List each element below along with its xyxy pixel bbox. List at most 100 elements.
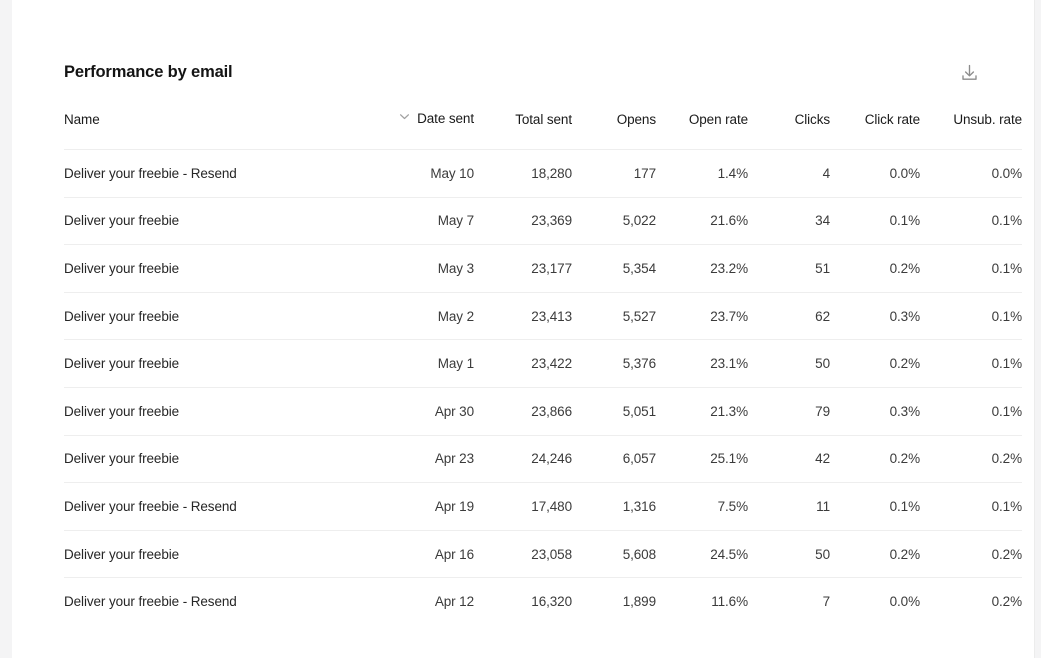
cell-open-rate: 23.1% xyxy=(656,339,748,388)
table-row[interactable]: Deliver your freebie Apr 23 24,246 6,057 25.… xyxy=(64,434,1022,483)
column-header-click-rate[interactable]: Click rate xyxy=(830,110,920,150)
cell-open-rate: 21.6% xyxy=(656,196,748,245)
table-row[interactable]: Deliver your freebie Apr 30 23,866 5,051 21.… xyxy=(64,386,1022,436)
cell-name: Deliver your freebie xyxy=(64,339,364,388)
page-title: Performance by email xyxy=(64,63,233,81)
cell-name: Deliver your freebie xyxy=(64,529,364,578)
cell-open-rate: 21.3% xyxy=(656,386,748,436)
cell-click-rate: 0.2% xyxy=(830,434,920,483)
cell-name: Deliver your freebie xyxy=(64,291,364,340)
cell-name: Deliver your freebie xyxy=(64,244,364,293)
table-row[interactable]: Deliver your freebie May 3 23,177 5,354 23.2… xyxy=(64,244,1022,293)
cell-name: Deliver your freebie xyxy=(64,196,364,245)
cell-open-rate: 11.6% xyxy=(656,577,748,626)
cell-date-sent: May 1 xyxy=(364,339,474,388)
cell-total-sent: 24,246 xyxy=(474,434,572,483)
cell-click-rate: 0.1% xyxy=(830,482,920,531)
cell-click-rate: 0.2% xyxy=(830,339,920,388)
performance-table: Name Date sent Total sent Opens Open rat… xyxy=(64,110,1022,626)
cell-name: Deliver your freebie xyxy=(64,386,364,436)
cell-clicks: 62 xyxy=(748,291,830,340)
cell-name: Deliver your freebie - Resend xyxy=(64,149,364,198)
cell-unsub-rate: 0.2% xyxy=(920,577,1022,626)
cell-unsub-rate: 0.1% xyxy=(920,196,1022,245)
column-header-open-rate[interactable]: Open rate xyxy=(656,110,748,150)
card-inner: Performance by email Name Date sent Tota… xyxy=(12,0,1034,658)
cell-open-rate: 1.4% xyxy=(656,149,748,198)
table-row[interactable]: Deliver your freebie May 2 23,413 5,527 23.7… xyxy=(64,291,1022,340)
cell-unsub-rate: 0.1% xyxy=(920,244,1022,293)
sort-date-sent-control[interactable]: Date sent xyxy=(398,110,474,127)
cell-total-sent: 23,422 xyxy=(474,339,572,388)
column-header-opens[interactable]: Opens xyxy=(572,110,656,150)
cell-unsub-rate: 0.1% xyxy=(920,386,1022,436)
cell-open-rate: 23.7% xyxy=(656,291,748,340)
table-row[interactable]: Deliver your freebie May 1 23,422 5,376 23.1… xyxy=(64,339,1022,388)
column-header-total-sent[interactable]: Total sent xyxy=(474,110,572,150)
cell-opens: 1,899 xyxy=(572,577,656,626)
download-button[interactable] xyxy=(952,56,986,90)
cell-total-sent: 23,413 xyxy=(474,291,572,340)
cell-click-rate: 0.3% xyxy=(830,386,920,436)
cell-clicks: 11 xyxy=(748,482,830,531)
column-header-name[interactable]: Name xyxy=(64,110,364,150)
cell-total-sent: 16,320 xyxy=(474,577,572,626)
cell-opens: 1,316 xyxy=(572,482,656,531)
cell-opens: 5,022 xyxy=(572,196,656,245)
cell-unsub-rate: 0.1% xyxy=(920,482,1022,531)
cell-click-rate: 0.0% xyxy=(830,577,920,626)
cell-unsub-rate: 0.2% xyxy=(920,529,1022,578)
cell-click-rate: 0.0% xyxy=(830,149,920,198)
cell-click-rate: 0.2% xyxy=(830,529,920,578)
cell-date-sent: May 7 xyxy=(364,196,474,245)
cell-clicks: 50 xyxy=(748,529,830,578)
cell-open-rate: 25.1% xyxy=(656,434,748,483)
table-row[interactable]: Deliver your freebie May 7 23,369 5,022 21.6… xyxy=(64,196,1022,245)
cell-opens: 6,057 xyxy=(572,434,656,483)
cell-date-sent: May 10 xyxy=(364,149,474,198)
table-row[interactable]: Deliver your freebie - Resend Apr 19 17,48… xyxy=(64,482,1022,531)
cell-date-sent: Apr 16 xyxy=(364,529,474,578)
cell-opens: 5,376 xyxy=(572,339,656,388)
cell-opens: 5,051 xyxy=(572,386,656,436)
cell-name: Deliver your freebie xyxy=(64,434,364,483)
cell-click-rate: 0.3% xyxy=(830,291,920,340)
cell-clicks: 4 xyxy=(748,149,830,198)
table-header-row: Name Date sent Total sent Opens Open rat… xyxy=(64,110,1022,150)
cell-name: Deliver your freebie - Resend xyxy=(64,482,364,531)
chevron-down-icon xyxy=(398,110,411,126)
cell-clicks: 42 xyxy=(748,434,830,483)
cell-total-sent: 23,866 xyxy=(474,386,572,436)
table-row[interactable]: Deliver your freebie - Resend May 10 18,28… xyxy=(64,149,1022,198)
table-body: Deliver your freebie - Resend May 10 18,28… xyxy=(64,149,1022,626)
panel-header: Performance by email xyxy=(64,0,982,110)
column-header-unsub-rate[interactable]: Unsub. rate xyxy=(920,110,1022,150)
cell-clicks: 50 xyxy=(748,339,830,388)
cell-opens: 5,354 xyxy=(572,244,656,293)
cell-opens: 5,527 xyxy=(572,291,656,340)
cell-clicks: 7 xyxy=(748,577,830,626)
cell-click-rate: 0.1% xyxy=(830,196,920,245)
cell-date-sent: May 3 xyxy=(364,244,474,293)
cell-total-sent: 17,480 xyxy=(474,482,572,531)
cell-unsub-rate: 0.0% xyxy=(920,149,1022,198)
table-header: Name Date sent Total sent Opens Open rat… xyxy=(64,110,1022,150)
cell-unsub-rate: 0.2% xyxy=(920,434,1022,483)
cell-date-sent: Apr 23 xyxy=(364,434,474,483)
table-row[interactable]: Deliver your freebie Apr 16 23,058 5,608 24.… xyxy=(64,529,1022,578)
cell-unsub-rate: 0.1% xyxy=(920,339,1022,388)
cell-total-sent: 23,369 xyxy=(474,196,572,245)
cell-clicks: 34 xyxy=(748,196,830,245)
cell-total-sent: 23,177 xyxy=(474,244,572,293)
cell-date-sent: Apr 30 xyxy=(364,386,474,436)
cell-opens: 177 xyxy=(572,149,656,198)
cell-clicks: 79 xyxy=(748,386,830,436)
table-row[interactable]: Deliver your freebie - Resend Apr 12 16,32… xyxy=(64,577,1022,626)
cell-total-sent: 23,058 xyxy=(474,529,572,578)
cell-total-sent: 18,280 xyxy=(474,149,572,198)
download-icon xyxy=(959,63,980,84)
cell-opens: 5,608 xyxy=(572,529,656,578)
column-header-clicks[interactable]: Clicks xyxy=(748,110,831,150)
cell-name: Deliver your freebie - Resend xyxy=(64,577,364,626)
cell-clicks: 51 xyxy=(748,244,830,293)
